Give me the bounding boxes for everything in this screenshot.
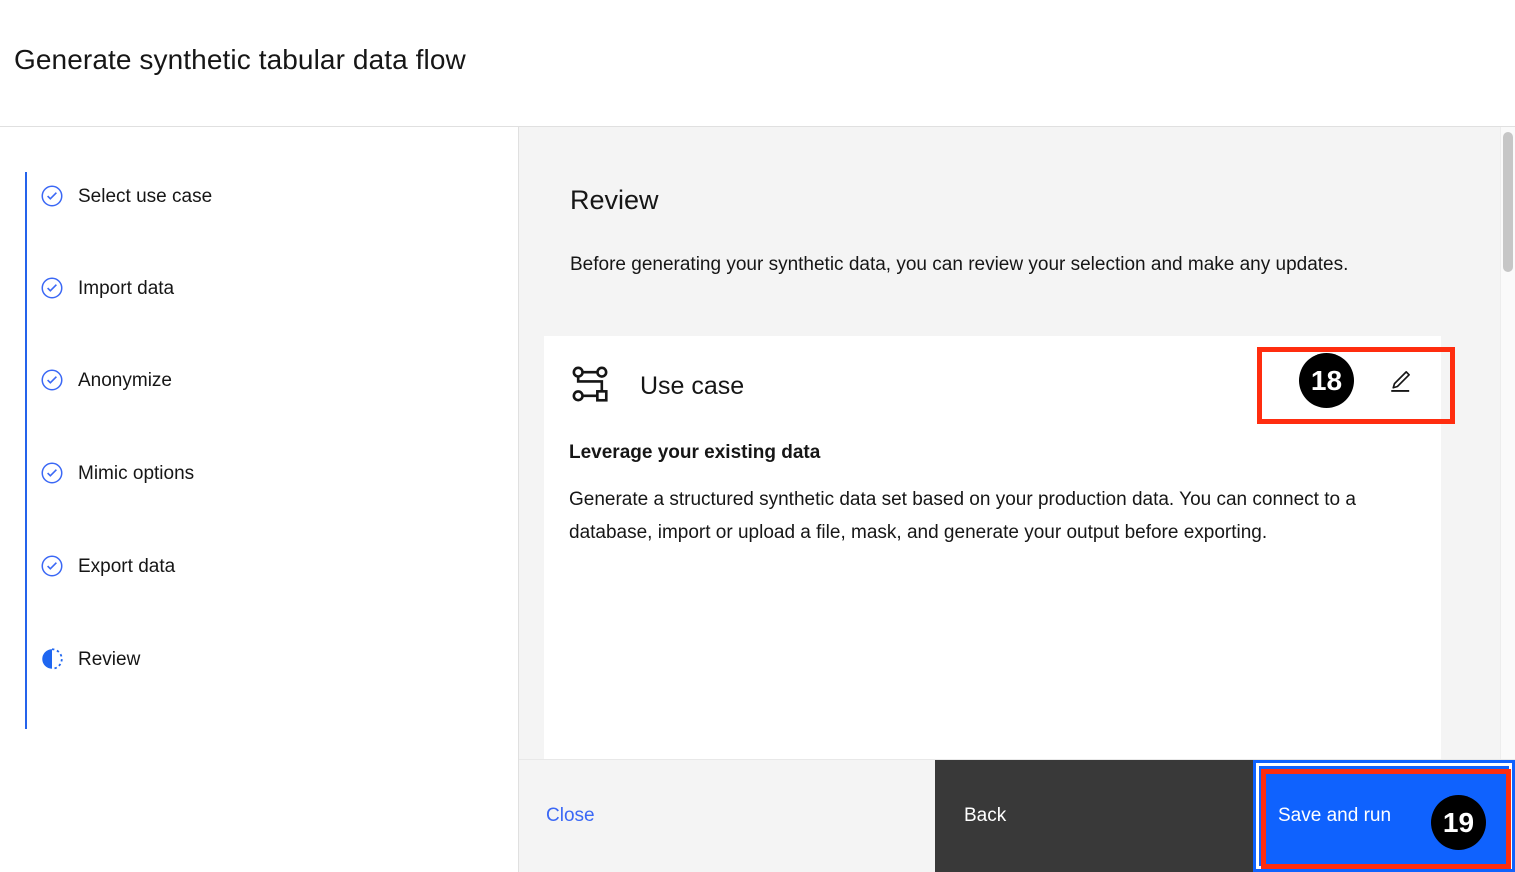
scrollbar-thumb[interactable]: [1503, 132, 1513, 272]
sidebar-item-select-use-case[interactable]: Select use case: [25, 181, 212, 211]
annotation-badge-18: 18: [1299, 353, 1354, 408]
use-case-card-header: Use case 18: [544, 336, 1455, 432]
flow-data-icon: [569, 363, 611, 405]
main-panel: Review Before generating your synthetic …: [519, 127, 1515, 872]
vertical-scrollbar[interactable]: [1500, 127, 1515, 759]
use-case-card-title: Use case: [640, 372, 745, 400]
close-button[interactable]: Close: [519, 760, 935, 872]
checkmark-circle-icon: [39, 460, 65, 486]
sidebar-item-label: Review: [78, 648, 141, 670]
body-container: Select use case Import data Anonymize Mi…: [0, 127, 1515, 872]
checkmark-circle-icon: [39, 553, 65, 579]
sidebar-item-review[interactable]: Review: [25, 644, 140, 674]
edit-pencil-icon: [1386, 367, 1414, 398]
sidebar-item-import-data[interactable]: Import data: [25, 273, 174, 303]
sidebar-item-label: Mimic options: [78, 462, 195, 484]
section-title: Review: [570, 185, 659, 215]
sidebar-item-export-data[interactable]: Export data: [25, 551, 175, 581]
footer-action-bar: Close Back Save and run 19: [519, 759, 1515, 872]
sidebar-item-label: Anonymize: [78, 369, 172, 391]
app-header: Generate synthetic tabular data flow: [0, 0, 1515, 127]
use-case-card: Use case 18 Leverage your existing data: [544, 336, 1455, 759]
progress-sidebar: Select use case Import data Anonymize Mi…: [0, 127, 519, 872]
checkmark-circle-icon: [39, 183, 65, 209]
back-button[interactable]: Back: [935, 760, 1253, 872]
sidebar-item-mimic-options[interactable]: Mimic options: [25, 458, 194, 488]
use-case-description: Generate a structured synthetic data set…: [569, 489, 1356, 543]
review-scroll-region: Review Before generating your synthetic …: [519, 127, 1515, 759]
sidebar-item-label: Export data: [78, 555, 176, 577]
checkmark-circle-icon: [39, 275, 65, 301]
page-title: Generate synthetic tabular data flow: [14, 44, 466, 75]
section-description: Before generating your synthetic data, y…: [570, 254, 1349, 275]
annotation-box-18: [1257, 347, 1455, 424]
save-and-run-button[interactable]: Save and run: [1253, 760, 1515, 872]
in-progress-half-circle-icon: [39, 646, 65, 672]
save-and-run-container: Save and run 19: [1253, 760, 1515, 872]
edit-use-case-button[interactable]: [1376, 358, 1424, 406]
use-case-subtitle: Leverage your existing data: [569, 442, 821, 463]
sidebar-item-anonymize[interactable]: Anonymize: [25, 365, 172, 395]
sidebar-item-label: Import data: [78, 277, 175, 299]
sidebar-item-label: Select use case: [78, 185, 213, 207]
checkmark-circle-icon: [39, 367, 65, 393]
